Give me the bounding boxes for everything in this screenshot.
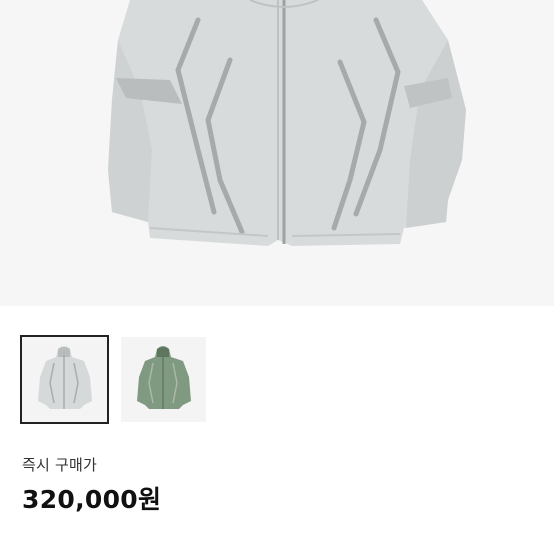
thumbnail-grey-jacket[interactable] xyxy=(20,335,109,424)
thumbnail-list xyxy=(20,335,206,424)
purchase-label: 즉시 구매가 xyxy=(22,456,97,474)
product-main-image[interactable] xyxy=(0,0,554,306)
green-jacket-thumbnail-icon xyxy=(137,346,191,409)
thumbnail-green-jacket[interactable] xyxy=(121,337,206,422)
jacket-photo-icon xyxy=(108,0,466,246)
grey-jacket-thumbnail-icon xyxy=(38,346,92,409)
price: 320,000원 xyxy=(22,485,162,514)
